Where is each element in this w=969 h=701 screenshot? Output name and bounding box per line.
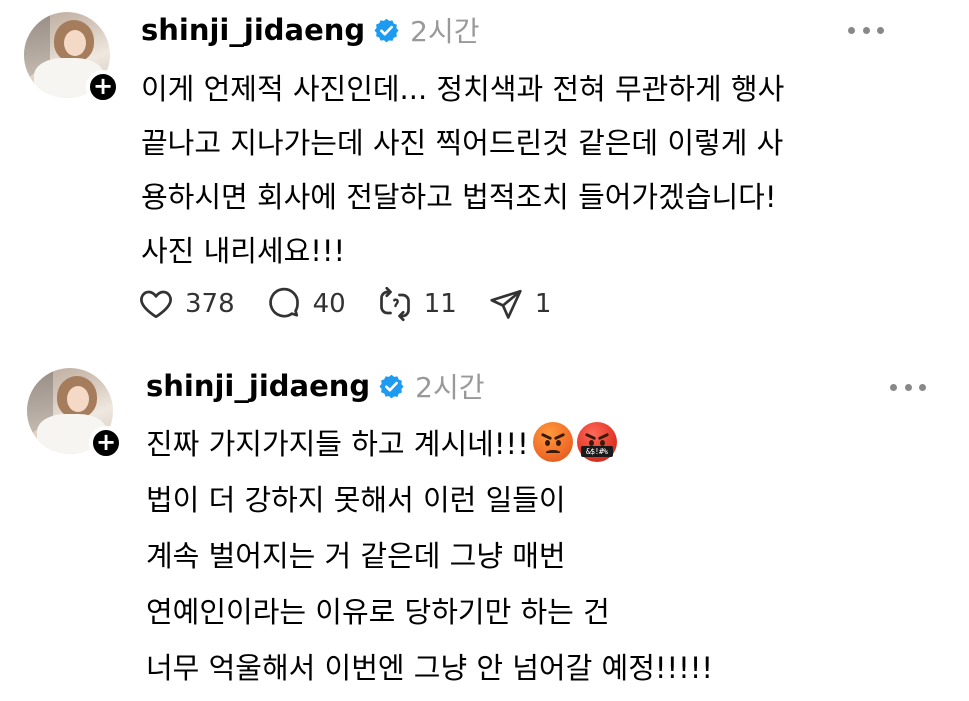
- post: + shinji_jidaeng 2시간 이게 언제적 사진인데... 정치색과…: [0, 0, 969, 350]
- post-header: shinji_jidaeng 2시간: [146, 364, 485, 408]
- post-text-line: 이게 언제적 사진인데... 정치색과 전혀 무관하게 행사: [141, 72, 785, 106]
- follow-button[interactable]: +: [86, 70, 120, 104]
- repost-count: 11: [423, 289, 457, 319]
- like-button[interactable]: 378: [137, 286, 235, 322]
- face-with-symbols-on-mouth-icon: &$!#%: [576, 422, 617, 462]
- plus-icon: +: [92, 72, 114, 100]
- more-options-icon[interactable]: [890, 377, 926, 397]
- like-count: 378: [185, 289, 235, 319]
- angry-face-icon: [532, 422, 573, 462]
- timestamp: 2시간: [415, 371, 485, 404]
- share-button[interactable]: 1: [487, 286, 552, 322]
- post-text-line: 계속 벌어지는 거 같은데 그냥 매번: [146, 539, 566, 573]
- post-text-line: 너무 억울해서 이번엔 그냥 안 넘어갈 예정!!!!!: [146, 651, 713, 685]
- action-bar: 378 40 11 1: [137, 282, 581, 326]
- verified-badge-icon: [374, 18, 399, 42]
- share-count: 1: [534, 289, 552, 319]
- username[interactable]: shinji_jidaeng: [141, 13, 365, 47]
- post-text-line: 끝나고 지나가는데 사진 찍어드린것 같은데 이렇게 사: [141, 126, 784, 160]
- post-text: 이게 언제적 사진인데... 정치색과 전혀 무관하게 행사 끝나고 지나가는데…: [141, 62, 931, 278]
- heart-icon: [140, 290, 172, 319]
- post: + shinji_jidaeng 2시간 진짜 가지가지들 하고 계시네!!! &…: [0, 350, 969, 701]
- post-text-line: 사진 내리세요!!!: [141, 234, 346, 268]
- post-text: 진짜 가지가지들 하고 계시네!!! &$!#% 법이 더 강하지 못해서 이런 …: [146, 416, 926, 696]
- post-text-line-with-emoji: 진짜 가지가지들 하고 계시네!!! &$!#%: [146, 416, 926, 472]
- post-text-line: 법이 더 강하지 못해서 이런 일들이: [146, 483, 566, 517]
- comment-count: 40: [312, 289, 346, 319]
- share-icon: [490, 289, 522, 319]
- verified-badge-icon: [379, 374, 404, 398]
- repost-icon: [379, 286, 410, 322]
- more-options-icon[interactable]: [848, 20, 884, 40]
- post-header: shinji_jidaeng 2시간: [141, 8, 480, 52]
- post-text-line: 진짜 가지가지들 하고 계시네!!!: [146, 427, 529, 461]
- timestamp: 2시간: [410, 15, 480, 48]
- repost-button[interactable]: 11: [376, 286, 457, 322]
- comment-icon: [268, 287, 299, 318]
- emoji-symbols: &$!#%: [580, 446, 613, 457]
- avatar-container[interactable]: +: [27, 368, 123, 460]
- plus-icon: +: [95, 428, 117, 456]
- post-text-line: 용하시면 회사에 전달하고 법적조치 들어가겠습니다!: [141, 180, 777, 214]
- avatar-container[interactable]: +: [24, 12, 120, 104]
- post-text-line: 연예인이라는 이유로 당하기만 하는 건: [146, 595, 610, 629]
- comment-button[interactable]: 40: [265, 286, 346, 322]
- follow-button[interactable]: +: [89, 426, 123, 460]
- username[interactable]: shinji_jidaeng: [146, 369, 370, 403]
